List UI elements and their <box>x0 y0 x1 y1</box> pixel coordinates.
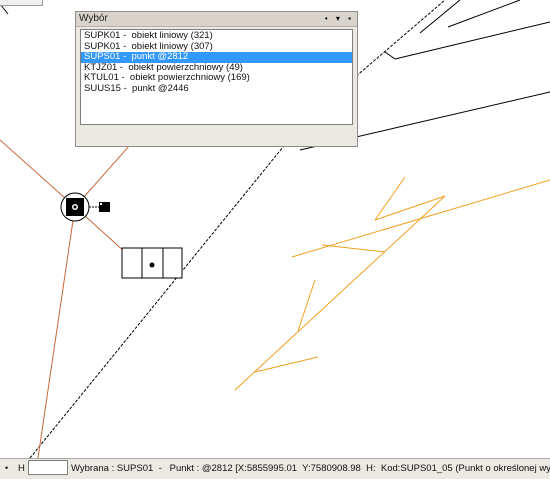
orange-line-3 <box>374 195 446 221</box>
status-bar: • H Wybrana : SUPS01 - Punkt : @2812 [X:… <box>0 458 550 479</box>
black-line-branch-1 <box>394 21 550 60</box>
selection-list[interactable]: SUPK01 - obiekt liniowy (321) SUPK01 - o… <box>80 29 353 125</box>
black-line-main <box>29 119 306 458</box>
black-line-branch-3 <box>447 0 521 28</box>
orange-line-4 <box>321 244 386 253</box>
orange-line-6 <box>254 356 319 373</box>
brown-line-4 <box>37 206 76 458</box>
list-item-selected[interactable]: SUPS01 - punkt @2812 <box>81 51 352 63</box>
list-item[interactable]: SUUS15 - punkt @2446 <box>81 83 352 95</box>
selection-window: Wybór • ▾ ▪ SUPK01 - obiekt liniowy (321… <box>75 11 358 147</box>
list-item[interactable]: KTUL01 - obiekt powierzchniowy (169) <box>81 72 352 84</box>
mode-indicator-icon[interactable]: • <box>5 463 8 473</box>
toolbar-fragment <box>0 0 43 6</box>
list-item[interactable]: SUPK01 - obiekt liniowy (321) <box>81 30 352 42</box>
orange-line-5 <box>234 195 446 391</box>
brown-line-1 <box>0 139 76 208</box>
selection-window-title: Wybór <box>79 13 108 24</box>
window-controls-icon[interactable]: • ▾ ▪ <box>325 12 354 26</box>
black-line-branch-4 <box>384 51 396 60</box>
height-input[interactable] <box>28 460 68 475</box>
rectangle-point-symbol[interactable] <box>121 247 183 279</box>
selected-point-symbol[interactable] <box>60 192 110 222</box>
orange-line-2 <box>374 176 406 221</box>
status-info-text: Wybrana : SUPS01 - Punkt : @2812 [X:5855… <box>71 463 550 474</box>
height-label: H <box>18 463 25 474</box>
selection-window-titlebar[interactable]: Wybór • ▾ ▪ <box>76 12 357 27</box>
